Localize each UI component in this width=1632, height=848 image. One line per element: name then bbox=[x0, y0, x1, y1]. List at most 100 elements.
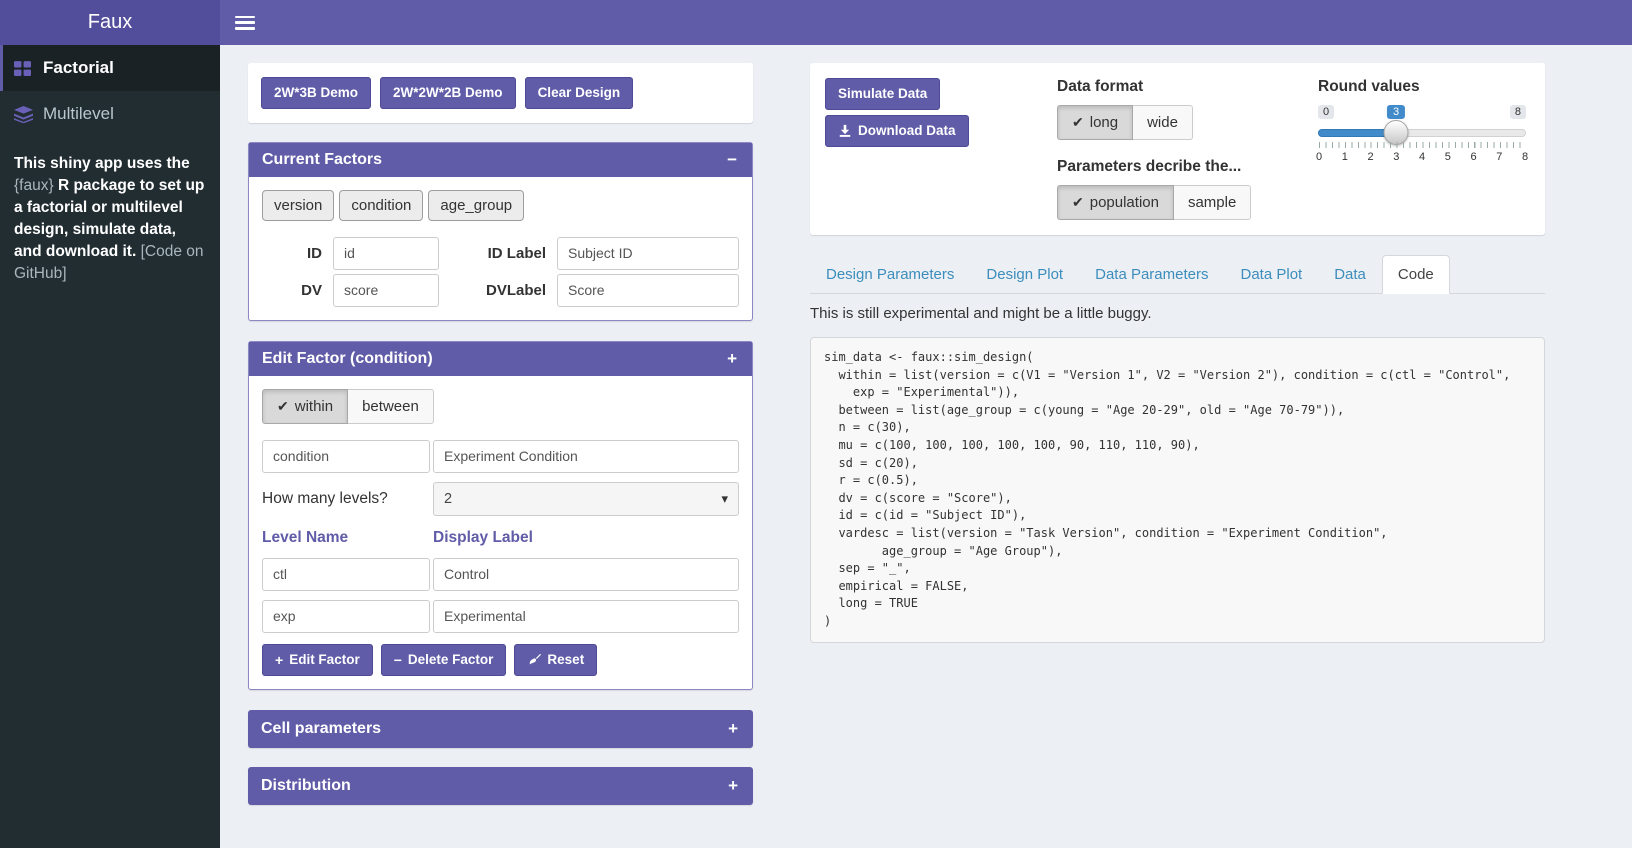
check-icon: ✔ bbox=[1072, 194, 1084, 211]
demo-2w2w2b-button[interactable]: 2W*2W*2B Demo bbox=[380, 77, 516, 109]
reset-button[interactable]: Reset bbox=[514, 644, 597, 676]
distribution-panel[interactable]: Distribution + bbox=[248, 767, 753, 805]
population-option[interactable]: ✔ population bbox=[1057, 185, 1174, 220]
format-section: Data format ✔ long wide Parameters decri… bbox=[1057, 78, 1305, 220]
dv-field[interactable] bbox=[333, 274, 439, 307]
edit-factor-body: ✔ within between How many levels? bbox=[249, 376, 752, 689]
sidebar-description: This shiny app uses the {faux} R package… bbox=[0, 137, 220, 301]
app-logo[interactable]: Faux bbox=[0, 0, 220, 45]
level-name-field[interactable] bbox=[262, 600, 430, 633]
collapse-plus-icon[interactable]: + bbox=[725, 352, 739, 366]
collapse-plus-icon[interactable]: + bbox=[726, 722, 740, 736]
caret-down-icon: ▾ bbox=[721, 491, 728, 507]
experimental-note: This is still experimental and might be … bbox=[810, 305, 1545, 322]
data-format-label: Data format bbox=[1057, 78, 1305, 96]
wide-option[interactable]: wide bbox=[1133, 105, 1193, 140]
edit-factor-button[interactable]: + Edit Factor bbox=[262, 644, 373, 676]
level-name-field[interactable] bbox=[262, 558, 430, 591]
tab-data-parameters[interactable]: Data Parameters bbox=[1079, 255, 1224, 294]
demo-2w3b-button[interactable]: 2W*3B Demo bbox=[261, 77, 371, 109]
sidebar-item-multilevel[interactable]: Multilevel bbox=[0, 91, 220, 137]
factor-display-field[interactable] bbox=[433, 440, 739, 473]
factor-actions: + Edit Factor − Delete Factor bbox=[262, 644, 739, 676]
collapse-plus-icon[interactable]: + bbox=[726, 779, 740, 793]
id-display-field[interactable] bbox=[557, 237, 739, 270]
tab-code[interactable]: Code bbox=[1382, 255, 1450, 294]
clear-design-button[interactable]: Clear Design bbox=[525, 77, 634, 109]
hamburger-icon[interactable] bbox=[235, 16, 255, 30]
factor-name-field[interactable] bbox=[262, 440, 430, 473]
brush-icon bbox=[527, 653, 541, 667]
factor-tag-condition[interactable]: condition bbox=[339, 190, 423, 221]
simulate-buttons: Simulate Data Download Data bbox=[825, 78, 1057, 220]
panel-title: Current Factors bbox=[262, 151, 382, 169]
cell-parameters-panel[interactable]: Cell parameters + bbox=[248, 710, 753, 748]
parameters-toggle: ✔ population sample bbox=[1057, 185, 1251, 220]
edit-factor-panel: Edit Factor (condition) + ✔ within betwe… bbox=[248, 341, 753, 690]
current-factors-panel: Current Factors − version condition age_… bbox=[248, 142, 753, 321]
sidebar-item-label: Factorial bbox=[43, 58, 114, 78]
navbar bbox=[220, 0, 1632, 45]
main-content: 2W*3B Demo 2W*2W*2B Demo Clear Design Cu… bbox=[220, 45, 1632, 848]
tab-design-plot[interactable]: Design Plot bbox=[970, 255, 1079, 294]
plus-icon: + bbox=[275, 655, 283, 665]
app-window: Faux Factorial bbox=[0, 0, 1632, 848]
id-label: ID bbox=[262, 245, 322, 262]
delete-factor-button[interactable]: − Delete Factor bbox=[381, 644, 507, 676]
collapse-minus-icon[interactable]: − bbox=[725, 153, 739, 167]
edit-factor-header[interactable]: Edit Factor (condition) + bbox=[249, 342, 752, 376]
r-code-block: sim_data <- faux::sim_design( within = l… bbox=[810, 337, 1545, 643]
minus-icon: − bbox=[394, 655, 402, 665]
output-tabs: Design Parameters Design Plot Data Param… bbox=[810, 255, 1545, 294]
download-data-button[interactable]: Download Data bbox=[825, 115, 969, 147]
slider-max-label: 8 bbox=[1510, 105, 1526, 119]
description-text: This shiny app uses the bbox=[14, 155, 190, 172]
tab-data[interactable]: Data bbox=[1318, 255, 1382, 294]
sample-option[interactable]: sample bbox=[1174, 185, 1251, 220]
factor-tag-version[interactable]: version bbox=[262, 190, 334, 221]
current-factors-header[interactable]: Current Factors − bbox=[249, 143, 752, 177]
simulate-card: Simulate Data Download Data Data format bbox=[810, 63, 1545, 235]
level-label-field[interactable] bbox=[433, 600, 739, 633]
slider-ticks bbox=[1319, 142, 1526, 148]
id-dv-form: ID ID Label DV DVLabel bbox=[262, 237, 739, 307]
factor-tag-age-group[interactable]: age_group bbox=[428, 190, 524, 221]
data-format-toggle: ✔ long wide bbox=[1057, 105, 1193, 140]
top-bar: Faux bbox=[0, 0, 1632, 45]
simulate-data-button[interactable]: Simulate Data bbox=[825, 78, 940, 110]
download-icon bbox=[838, 124, 852, 138]
display-label-header: Display Label bbox=[433, 525, 739, 549]
id-field[interactable] bbox=[333, 237, 439, 270]
output-column: Simulate Data Download Data Data format bbox=[795, 63, 1560, 848]
levels-question-label: How many levels? bbox=[262, 490, 430, 508]
within-between-toggle: ✔ within between bbox=[262, 389, 739, 424]
panel-title: Distribution bbox=[261, 777, 351, 795]
long-option[interactable]: ✔ long bbox=[1057, 105, 1133, 140]
dv-display-field[interactable] bbox=[557, 274, 739, 307]
tab-design-parameters[interactable]: Design Parameters bbox=[810, 255, 970, 294]
within-option[interactable]: ✔ within bbox=[262, 389, 348, 424]
slider-min-label: 0 bbox=[1318, 105, 1334, 119]
round-values-label: Round values bbox=[1318, 78, 1526, 96]
dv-display-label: DVLabel bbox=[450, 282, 546, 299]
levels-select[interactable]: 2 ▾ bbox=[433, 482, 739, 516]
tab-data-plot[interactable]: Data Plot bbox=[1225, 255, 1319, 294]
current-factors-body: version condition age_group ID ID Label … bbox=[249, 177, 752, 320]
sidebar: Factorial Multilevel This shiny app uses… bbox=[0, 45, 220, 848]
layers-icon bbox=[14, 106, 33, 123]
factor-form: How many levels? 2 ▾ Level Name Display … bbox=[262, 440, 739, 633]
factor-tags: version condition age_group bbox=[262, 190, 739, 221]
round-values-slider[interactable]: 0 8 3 0 1 2 3 4 5 bbox=[1318, 105, 1526, 169]
slider-value-badge: 3 bbox=[1387, 105, 1405, 119]
sidebar-item-factorial[interactable]: Factorial bbox=[0, 45, 220, 91]
check-icon: ✔ bbox=[277, 398, 289, 415]
panel-title: Cell parameters bbox=[261, 720, 381, 738]
parameters-describe-label: Parameters decribe the... bbox=[1057, 158, 1305, 176]
id-display-label: ID Label bbox=[450, 245, 546, 262]
between-option[interactable]: between bbox=[348, 389, 434, 424]
design-column: 2W*3B Demo 2W*2W*2B Demo Clear Design Cu… bbox=[248, 63, 753, 848]
slider-tick-labels: 0 1 2 3 4 5 6 7 8 bbox=[1314, 151, 1530, 163]
faux-package-link[interactable]: {faux} bbox=[14, 177, 54, 194]
level-label-field[interactable] bbox=[433, 558, 739, 591]
level-name-header: Level Name bbox=[262, 525, 430, 549]
